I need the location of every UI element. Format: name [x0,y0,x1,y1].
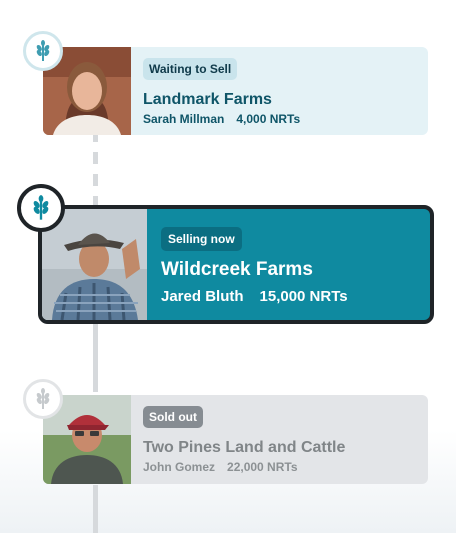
wheat-icon [36,388,50,409]
farm-card-sold[interactable]: Sold out Two Pines Land and Cattle John … [43,395,428,484]
timeline-node-waiting [23,31,63,71]
farm-name: Landmark Farms [143,91,272,108]
farm-card-waiting[interactable]: Waiting to Sell Landmark Farms Sarah Mil… [43,47,428,135]
farmer-photo [42,209,147,320]
nrt-amount: 4,000 NRTs [236,112,301,126]
owner-name: Jared Bluth [161,288,244,305]
timeline-node-active [17,184,65,232]
card-content: Selling now Wildcreek Farms Jared Bluth … [147,209,430,320]
farm-meta: Sarah Millman 4,000 NRTs [143,112,300,126]
status-badge: Sold out [143,406,203,428]
timeline-connector-dashed [93,130,98,210]
farm-card-active[interactable]: Selling now Wildcreek Farms Jared Bluth … [38,205,434,324]
wheat-icon [36,40,50,61]
wheat-icon [33,195,49,220]
farm-name: Two Pines Land and Cattle [143,439,346,456]
card-content: Sold out Two Pines Land and Cattle John … [131,395,428,484]
status-badge: Selling now [161,227,242,251]
farm-meta: Jared Bluth 15,000 NRTs [161,288,348,305]
farm-meta: John Gomez 22,000 NRTs [143,460,298,474]
card-content: Waiting to Sell Landmark Farms Sarah Mil… [131,47,428,135]
timeline-connector [93,485,98,533]
timeline-node-sold [23,379,63,419]
nrt-amount: 15,000 NRTs [259,288,348,305]
owner-name: John Gomez [143,460,216,474]
timeline-connector [93,320,98,392]
status-badge: Waiting to Sell [143,58,238,80]
owner-name: Sarah Millman [143,112,225,126]
farm-name: Wildcreek Farms [161,259,313,280]
nrt-amount: 22,000 NRTs [227,460,298,474]
